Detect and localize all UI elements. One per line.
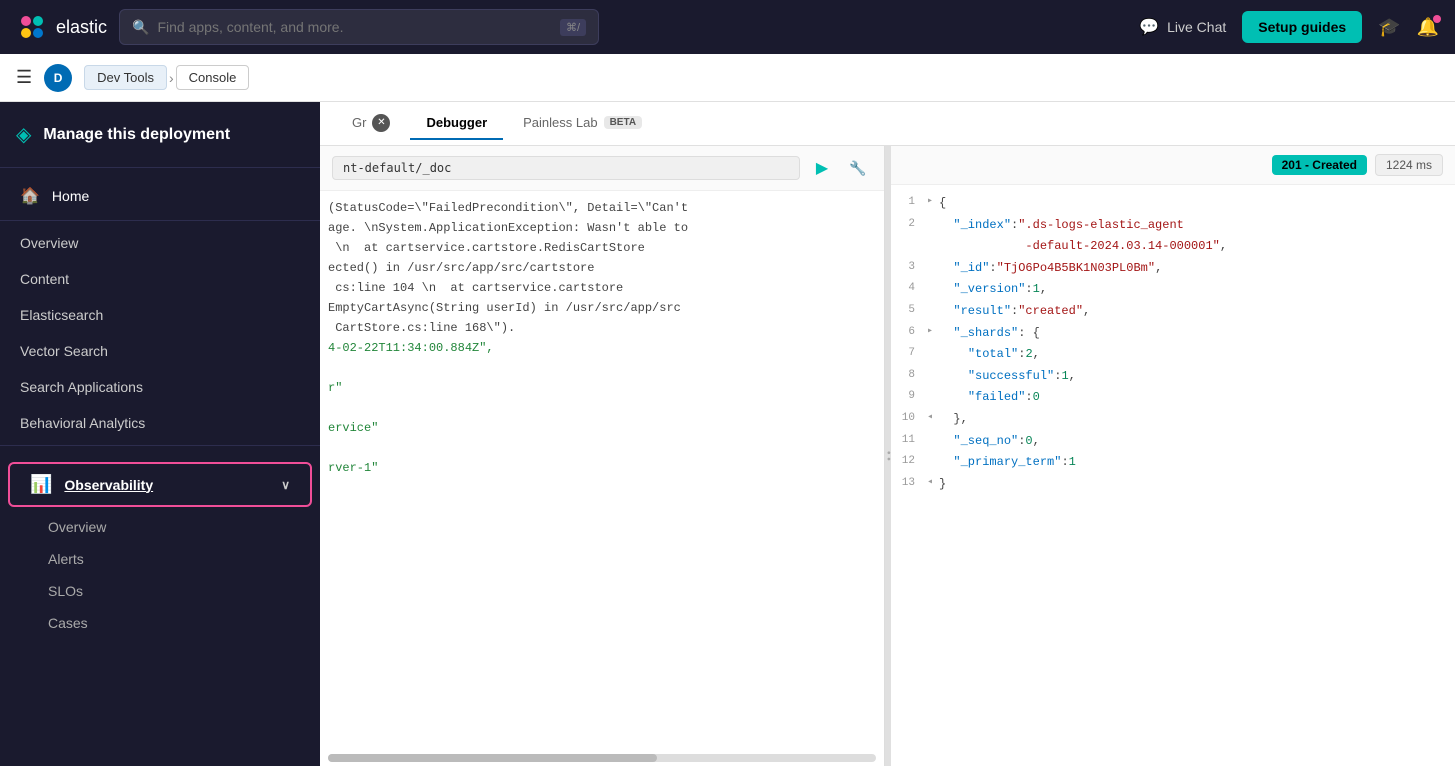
sidebar-item-home[interactable]: 🏠 Home xyxy=(0,176,320,216)
sidebar: ◈ Manage this deployment 🏠 Home Overview… xyxy=(0,102,320,766)
sidebar-item-overview[interactable]: Overview xyxy=(0,225,320,261)
tabs-bar: Gr ✕ Debugger Painless Lab BETA xyxy=(320,102,1455,146)
resp-line-9: 9 "failed": 0 xyxy=(891,387,1455,409)
search-shortcut: ⌘/ xyxy=(560,19,586,36)
breadcrumb-dev-tools[interactable]: Dev Tools xyxy=(84,65,167,90)
notifications-icon[interactable]: 🔔 xyxy=(1417,17,1439,38)
status-badge: 201 - Created xyxy=(1272,155,1367,175)
code-line: \n at cartservice.cartstore.RedisCartSto… xyxy=(320,239,884,259)
sidebar-item-search-applications[interactable]: Search Applications xyxy=(0,369,320,405)
chevron-down-icon: ∨ xyxy=(281,478,290,492)
tab-gr[interactable]: Gr ✕ xyxy=(336,106,406,142)
code-line: rver-1" xyxy=(320,459,884,479)
tab-painless-lab[interactable]: Painless Lab BETA xyxy=(507,107,658,140)
nav-right: 💬 Live Chat Setup guides 🎓 🔔 xyxy=(1139,11,1439,43)
resp-line-13: 13 ◂ } xyxy=(891,474,1455,496)
sidebar-header: ◈ Manage this deployment xyxy=(0,102,320,168)
breadcrumb-console: Console xyxy=(176,65,250,90)
wrench-button[interactable]: 🔧 xyxy=(844,154,872,182)
resp-line-7: 7 "total": 2, xyxy=(891,344,1455,366)
home-icon: 🏠 xyxy=(20,186,40,206)
url-bar: nt-default/_doc xyxy=(332,156,800,180)
sidebar-item-observability[interactable]: 📊 Observability ∨ xyxy=(8,462,312,507)
code-line: 4-02-22T11:34:00.884Z", xyxy=(320,339,884,359)
tab-debugger-label: Debugger xyxy=(426,115,487,130)
sidebar-item-behavioral-analytics[interactable]: Behavioral Analytics xyxy=(0,405,320,441)
resp-line-3: 3 "_id": "TjO6Po4B5BK1N03PL0Bm", xyxy=(891,258,1455,280)
content-area: Gr ✕ Debugger Painless Lab BETA nt-defau… xyxy=(320,102,1455,766)
sidebar-item-elasticsearch[interactable]: Elasticsearch xyxy=(0,297,320,333)
manage-deployment-title: Manage this deployment xyxy=(43,126,230,144)
resp-line-2: 2 "_index": ".ds-logs-elastic_agent xyxy=(891,215,1455,237)
resp-line-2b: -default-2024.03.14-000001", xyxy=(891,236,1455,258)
resp-line-11: 11 "_seq_no": 0, xyxy=(891,431,1455,453)
elastic-sidebar-icon: ◈ xyxy=(16,122,31,147)
code-line: CartStore.cs:line 168\"). xyxy=(320,319,884,339)
tab-beta-badge: BETA xyxy=(604,116,642,129)
response-panel: 201 - Created 1224 ms 1 ▸ { 2 "_index": … xyxy=(891,146,1455,766)
live-chat-button[interactable]: 💬 Live Chat xyxy=(1139,17,1226,37)
code-line: (StatusCode=\"FailedPrecondition\", Deta… xyxy=(320,199,884,219)
sidebar-subitem-cases[interactable]: Cases xyxy=(0,607,320,639)
horizontal-scrollbar[interactable] xyxy=(328,754,876,762)
menu-toggle-button[interactable]: ☰ xyxy=(16,67,32,88)
resp-line-8: 8 "successful": 1, xyxy=(891,366,1455,388)
request-panel: nt-default/_doc ▶ 🔧 (StatusCode=\"Failed… xyxy=(320,146,885,766)
run-button[interactable]: ▶ xyxy=(808,154,836,182)
response-header: 201 - Created 1224 ms xyxy=(891,146,1455,185)
observability-sub-items: Overview Alerts SLOs Cases xyxy=(0,511,320,639)
elastic-logo[interactable]: elastic xyxy=(16,11,107,43)
code-line: EmptyCartAsync(String userId) in /usr/sr… xyxy=(320,299,884,319)
code-line xyxy=(320,399,884,419)
code-line xyxy=(320,359,884,379)
code-line: cs:line 104 \n at cartservice.cartstore xyxy=(320,279,884,299)
secondary-navigation: ☰ D Dev Tools › Console xyxy=(0,54,1455,102)
sidebar-subitem-overview[interactable]: Overview xyxy=(0,511,320,543)
search-input[interactable] xyxy=(157,19,552,35)
avatar[interactable]: D xyxy=(44,64,72,92)
code-line: ervice" xyxy=(320,419,884,439)
code-line: age. \nSystem.ApplicationException: Wasn… xyxy=(320,219,884,239)
resp-line-10: 10 ◂ }, xyxy=(891,409,1455,431)
code-editor[interactable]: (StatusCode=\"FailedPrecondition\", Deta… xyxy=(320,191,884,750)
setup-guides-button[interactable]: Setup guides xyxy=(1242,11,1362,43)
sidebar-item-content[interactable]: Content xyxy=(0,261,320,297)
sidebar-subitem-slos[interactable]: SLOs xyxy=(0,575,320,607)
sidebar-subitem-alerts[interactable]: Alerts xyxy=(0,543,320,575)
resp-line-6: 6 ▸ "_shards": { xyxy=(891,323,1455,345)
code-line xyxy=(320,439,884,459)
code-line: ected() in /usr/src/app/src/cartstore xyxy=(320,259,884,279)
main-layout: ◈ Manage this deployment 🏠 Home Overview… xyxy=(0,102,1455,766)
observability-icon: 📊 xyxy=(30,474,52,495)
breadcrumb-arrow-icon: › xyxy=(169,70,174,86)
help-icon[interactable]: 🎓 xyxy=(1378,17,1400,38)
sidebar-item-vector-search[interactable]: Vector Search xyxy=(0,333,320,369)
tab-painless-lab-label: Painless Lab xyxy=(523,115,597,130)
code-line: r" xyxy=(320,379,884,399)
editor-container: nt-default/_doc ▶ 🔧 (StatusCode=\"Failed… xyxy=(320,146,1455,766)
top-navigation: elastic 🔍 ⌘/ 💬 Live Chat Setup guides 🎓 … xyxy=(0,0,1455,54)
response-time-badge: 1224 ms xyxy=(1375,154,1443,176)
sidebar-main-section: 🏠 Home Overview Content Elasticsearch Ve… xyxy=(0,168,320,458)
resp-line-1: 1 ▸ { xyxy=(891,193,1455,215)
response-body[interactable]: 1 ▸ { 2 "_index": ".ds-logs-elastic_agen… xyxy=(891,185,1455,766)
tab-debugger[interactable]: Debugger xyxy=(410,107,503,140)
breadcrumb: Dev Tools › Console xyxy=(84,65,249,90)
resp-line-5: 5 "result": "created", xyxy=(891,301,1455,323)
tab-gr-close-icon[interactable]: ✕ xyxy=(372,114,390,132)
request-toolbar: nt-default/_doc ▶ 🔧 xyxy=(320,146,884,191)
global-search[interactable]: 🔍 ⌘/ xyxy=(119,9,599,45)
resp-line-4: 4 "_version": 1, xyxy=(891,279,1455,301)
resp-line-12: 12 "_primary_term": 1 xyxy=(891,452,1455,474)
elastic-logo-text: elastic xyxy=(56,17,107,38)
tab-gr-label: Gr xyxy=(352,115,366,130)
